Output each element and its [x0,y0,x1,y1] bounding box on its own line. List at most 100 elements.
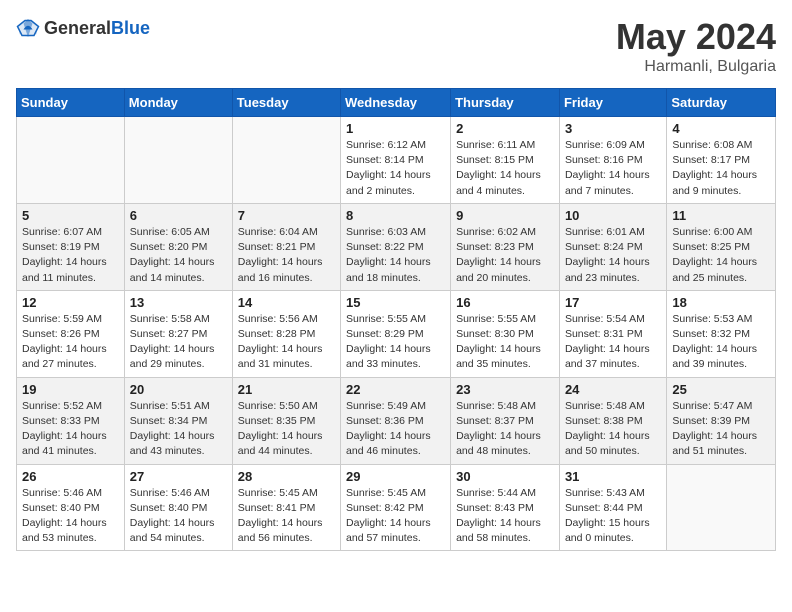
day-info: Sunrise: 5:45 AM Sunset: 8:41 PM Dayligh… [238,486,335,547]
day-number: 26 [22,469,119,484]
calendar-cell: 5 Sunrise: 6:07 AM Sunset: 8:19 PM Daylig… [17,203,125,290]
day-info: Sunrise: 5:45 AM Sunset: 8:42 PM Dayligh… [346,486,445,547]
calendar-cell [17,117,125,204]
day-info: Sunrise: 5:44 AM Sunset: 8:43 PM Dayligh… [456,486,554,547]
day-info: Sunrise: 6:03 AM Sunset: 8:22 PM Dayligh… [346,225,445,286]
day-number: 8 [346,208,445,223]
day-number: 6 [130,208,227,223]
day-number: 15 [346,295,445,310]
day-info: Sunrise: 5:51 AM Sunset: 8:34 PM Dayligh… [130,399,227,460]
calendar-cell: 14 Sunrise: 5:56 AM Sunset: 8:28 PM Dayli… [232,290,340,377]
calendar-cell: 27 Sunrise: 5:46 AM Sunset: 8:40 PM Dayli… [124,464,232,551]
day-info: Sunrise: 5:46 AM Sunset: 8:40 PM Dayligh… [22,486,119,547]
title-block: May 2024 Harmanli, Bulgaria [616,16,776,76]
page-header: GeneralBlue May 2024 Harmanli, Bulgaria [16,16,776,76]
logo: GeneralBlue [16,16,150,40]
day-info: Sunrise: 6:05 AM Sunset: 8:20 PM Dayligh… [130,225,227,286]
day-number: 21 [238,382,335,397]
day-number: 16 [456,295,554,310]
calendar-cell: 16 Sunrise: 5:55 AM Sunset: 8:30 PM Dayli… [451,290,560,377]
calendar-cell: 1 Sunrise: 6:12 AM Sunset: 8:14 PM Daylig… [341,117,451,204]
day-info: Sunrise: 5:54 AM Sunset: 8:31 PM Dayligh… [565,312,661,373]
day-info: Sunrise: 5:58 AM Sunset: 8:27 PM Dayligh… [130,312,227,373]
month-title: May 2024 [616,16,776,58]
weekday-header-friday: Friday [559,89,666,117]
day-number: 19 [22,382,119,397]
calendar-cell: 24 Sunrise: 5:48 AM Sunset: 8:38 PM Dayli… [559,377,666,464]
day-number: 24 [565,382,661,397]
day-info: Sunrise: 5:49 AM Sunset: 8:36 PM Dayligh… [346,399,445,460]
calendar-week-row: 12 Sunrise: 5:59 AM Sunset: 8:26 PM Dayli… [17,290,776,377]
calendar-cell: 26 Sunrise: 5:46 AM Sunset: 8:40 PM Dayli… [17,464,125,551]
day-info: Sunrise: 5:46 AM Sunset: 8:40 PM Dayligh… [130,486,227,547]
day-info: Sunrise: 5:55 AM Sunset: 8:29 PM Dayligh… [346,312,445,373]
day-number: 29 [346,469,445,484]
calendar-cell: 22 Sunrise: 5:49 AM Sunset: 8:36 PM Dayli… [341,377,451,464]
day-info: Sunrise: 6:02 AM Sunset: 8:23 PM Dayligh… [456,225,554,286]
calendar-cell: 25 Sunrise: 5:47 AM Sunset: 8:39 PM Dayli… [667,377,776,464]
logo-text-general: General [44,18,111,38]
day-info: Sunrise: 6:08 AM Sunset: 8:17 PM Dayligh… [672,138,770,199]
day-info: Sunrise: 5:55 AM Sunset: 8:30 PM Dayligh… [456,312,554,373]
calendar-cell: 6 Sunrise: 6:05 AM Sunset: 8:20 PM Daylig… [124,203,232,290]
day-number: 27 [130,469,227,484]
logo-icon [16,16,40,40]
day-number: 4 [672,121,770,136]
day-info: Sunrise: 6:12 AM Sunset: 8:14 PM Dayligh… [346,138,445,199]
calendar-cell: 4 Sunrise: 6:08 AM Sunset: 8:17 PM Daylig… [667,117,776,204]
day-info: Sunrise: 6:04 AM Sunset: 8:21 PM Dayligh… [238,225,335,286]
day-number: 31 [565,469,661,484]
calendar-cell: 11 Sunrise: 6:00 AM Sunset: 8:25 PM Dayli… [667,203,776,290]
day-number: 1 [346,121,445,136]
calendar-cell: 9 Sunrise: 6:02 AM Sunset: 8:23 PM Daylig… [451,203,560,290]
calendar-week-row: 5 Sunrise: 6:07 AM Sunset: 8:19 PM Daylig… [17,203,776,290]
day-number: 14 [238,295,335,310]
day-info: Sunrise: 6:00 AM Sunset: 8:25 PM Dayligh… [672,225,770,286]
calendar-week-row: 19 Sunrise: 5:52 AM Sunset: 8:33 PM Dayli… [17,377,776,464]
day-number: 17 [565,295,661,310]
calendar-cell: 20 Sunrise: 5:51 AM Sunset: 8:34 PM Dayli… [124,377,232,464]
calendar-week-row: 26 Sunrise: 5:46 AM Sunset: 8:40 PM Dayli… [17,464,776,551]
weekday-header-saturday: Saturday [667,89,776,117]
calendar-cell: 21 Sunrise: 5:50 AM Sunset: 8:35 PM Dayli… [232,377,340,464]
calendar-cell: 13Sunrise: 5:58 AM Sunset: 8:27 PM Dayli… [124,290,232,377]
day-info: Sunrise: 5:56 AM Sunset: 8:28 PM Dayligh… [238,312,335,373]
logo-text-blue: Blue [111,18,150,38]
day-number: 12 [22,295,119,310]
calendar-cell: 17 Sunrise: 5:54 AM Sunset: 8:31 PM Dayli… [559,290,666,377]
calendar-cell: 29 Sunrise: 5:45 AM Sunset: 8:42 PM Dayli… [341,464,451,551]
day-info: Sunrise: 5:48 AM Sunset: 8:38 PM Dayligh… [565,399,661,460]
day-number: 20 [130,382,227,397]
day-number: 10 [565,208,661,223]
weekday-header-monday: Monday [124,89,232,117]
calendar-cell: 19 Sunrise: 5:52 AM Sunset: 8:33 PM Dayli… [17,377,125,464]
weekday-header-sunday: Sunday [17,89,125,117]
day-number: 28 [238,469,335,484]
weekday-header-tuesday: Tuesday [232,89,340,117]
day-info: Sunrise: 5:47 AM Sunset: 8:39 PM Dayligh… [672,399,770,460]
calendar-week-row: 1 Sunrise: 6:12 AM Sunset: 8:14 PM Daylig… [17,117,776,204]
calendar-cell: 8 Sunrise: 6:03 AM Sunset: 8:22 PM Daylig… [341,203,451,290]
location-title: Harmanli, Bulgaria [616,58,776,76]
day-number: 22 [346,382,445,397]
day-info: Sunrise: 5:52 AM Sunset: 8:33 PM Dayligh… [22,399,119,460]
day-info: Sunrise: 5:43 AM Sunset: 8:44 PM Dayligh… [565,486,661,547]
day-info: Sunrise: 5:48 AM Sunset: 8:37 PM Dayligh… [456,399,554,460]
calendar-cell: 18Sunrise: 5:53 AM Sunset: 8:32 PM Dayli… [667,290,776,377]
day-number: 3 [565,121,661,136]
day-number: 11 [672,208,770,223]
calendar-cell [232,117,340,204]
calendar-cell: 28 Sunrise: 5:45 AM Sunset: 8:41 PM Dayli… [232,464,340,551]
calendar-table: SundayMondayTuesdayWednesdayThursdayFrid… [16,88,776,551]
day-number: 5 [22,208,119,223]
day-info: Sunrise: 5:59 AM Sunset: 8:26 PM Dayligh… [22,312,119,373]
day-info: Sunrise: 6:01 AM Sunset: 8:24 PM Dayligh… [565,225,661,286]
calendar-cell: 3Sunrise: 6:09 AM Sunset: 8:16 PM Daylig… [559,117,666,204]
day-info: Sunrise: 5:50 AM Sunset: 8:35 PM Dayligh… [238,399,335,460]
day-number: 18 [672,295,770,310]
calendar-cell: 23 Sunrise: 5:48 AM Sunset: 8:37 PM Dayli… [451,377,560,464]
day-info: Sunrise: 6:07 AM Sunset: 8:19 PM Dayligh… [22,225,119,286]
day-number: 25 [672,382,770,397]
day-number: 23 [456,382,554,397]
day-number: 9 [456,208,554,223]
